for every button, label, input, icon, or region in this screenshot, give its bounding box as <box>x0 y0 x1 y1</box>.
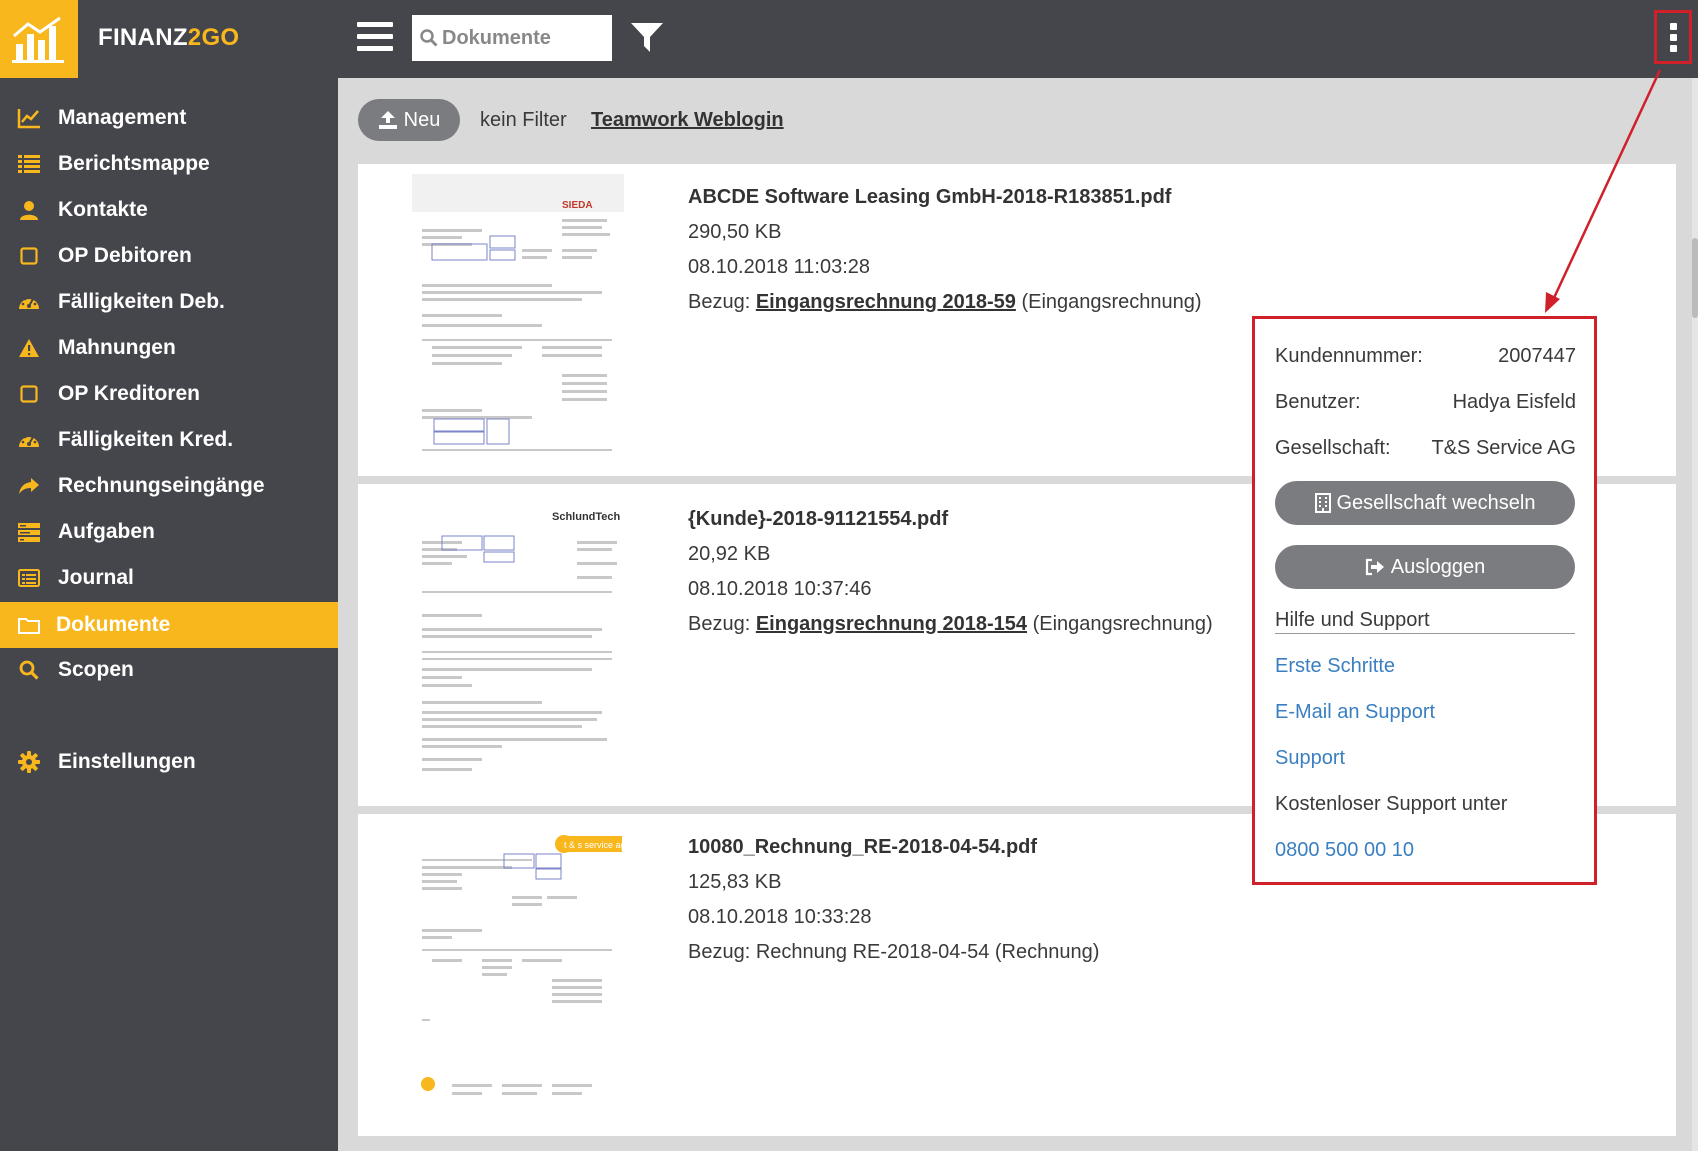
building-icon <box>1314 493 1331 513</box>
top-bar: FINANZ2GO <box>0 0 1698 78</box>
square-icon <box>17 382 41 406</box>
filter-status: kein Filter <box>480 109 567 131</box>
help-support-heading: Hilfe und Support <box>1275 609 1575 634</box>
new-document-button[interactable]: Neu <box>358 99 460 141</box>
sidebar-item-op-debitoren[interactable]: OP Debitoren <box>0 233 338 279</box>
document-date: 08.10.2018 10:37:46 <box>688 578 872 600</box>
user-icon <box>17 198 41 222</box>
document-size: 125,83 KB <box>688 871 782 893</box>
svg-text:SIEDA: SIEDA <box>562 200 593 211</box>
sidebar-item-label: Dokumente <box>56 613 171 636</box>
bar-chart-logo-icon <box>12 16 64 63</box>
sidebar-item-label: Fälligkeiten Kred. <box>58 428 234 451</box>
search-icon <box>420 29 438 47</box>
dashboard-icon <box>17 428 41 452</box>
customer-number-row: Kundennummer: 2007447 <box>1275 345 1576 367</box>
sidebar-item-label: Einstellungen <box>58 750 196 773</box>
sidebar-item-label: OP Debitoren <box>58 244 192 267</box>
folder-icon <box>17 613 41 637</box>
reference-link[interactable]: Eingangsrechnung 2018-59 <box>756 291 1016 313</box>
logout-button[interactable]: Ausloggen <box>1275 545 1575 589</box>
sidebar-item-label: Kontakte <box>58 198 148 221</box>
document-preview-image: SchlundTech <box>422 511 621 771</box>
document-thumbnail[interactable]: SIEDA <box>412 174 624 459</box>
document-thumbnail[interactable]: t & s service ag <box>412 834 624 1119</box>
svg-text:SchlundTech: SchlundTech <box>552 511 621 523</box>
document-date: 08.10.2018 10:33:28 <box>688 906 872 928</box>
first-steps-link[interactable]: Erste Schritte <box>1275 655 1395 678</box>
scrollbar[interactable] <box>1692 78 1698 1151</box>
sidebar-item-label: OP Kreditoren <box>58 382 200 405</box>
sidebar-item-journal[interactable]: Journal <box>0 555 338 601</box>
document-reference: Bezug: Eingangsrechnung 2018-154 (Eingan… <box>688 613 1213 635</box>
sidebar: Management Berichtsmappe Kontakte OP Deb… <box>0 78 338 1151</box>
journal-icon <box>17 566 41 590</box>
sidebar-item-label: Journal <box>58 566 134 589</box>
upload-icon <box>378 111 397 129</box>
search-icon <box>17 658 41 682</box>
document-size: 20,92 KB <box>688 543 771 565</box>
sidebar-item-kontakte[interactable]: Kontakte <box>0 187 338 233</box>
gear-icon <box>17 750 41 774</box>
tasks-icon <box>17 520 41 544</box>
list-icon <box>17 152 41 176</box>
search-box[interactable] <box>412 15 612 61</box>
support-phone-link[interactable]: 0800 500 00 10 <box>1275 839 1414 862</box>
chart-line-icon <box>17 106 41 130</box>
free-support-text: Kostenloser Support unter <box>1275 793 1508 815</box>
share-arrow-icon <box>17 474 41 498</box>
sidebar-item-faelligkeiten-deb[interactable]: Fälligkeiten Deb. <box>0 279 338 325</box>
sidebar-item-einstellungen[interactable]: Einstellungen <box>0 739 338 785</box>
square-icon <box>17 244 41 268</box>
email-support-link[interactable]: E-Mail an Support <box>1275 701 1435 724</box>
sidebar-item-berichtsmappe[interactable]: Berichtsmappe <box>0 141 338 187</box>
more-options-button[interactable] <box>1654 10 1692 64</box>
sidebar-item-label: Fälligkeiten Deb. <box>58 290 225 313</box>
sidebar-item-op-kreditoren[interactable]: OP Kreditoren <box>0 371 338 417</box>
sidebar-item-rechnungseingaenge[interactable]: Rechnungseingänge <box>0 463 338 509</box>
sidebar-item-dokumente[interactable]: Dokumente <box>0 602 338 648</box>
svg-text:t & s service ag: t & s service ag <box>564 840 624 850</box>
warning-icon <box>17 336 41 360</box>
sidebar-item-aufgaben[interactable]: Aufgaben <box>0 509 338 555</box>
dashboard-icon <box>17 290 41 314</box>
user-menu-popup: Kundennummer: 2007447 Benutzer: Hadya Eisf… <box>1252 316 1597 885</box>
sidebar-item-label: Management <box>58 106 187 129</box>
document-preview-image: t & s service ag <box>421 835 624 1095</box>
sign-out-icon <box>1365 558 1384 576</box>
document-reference: Bezug: Eingangsrechnung 2018-59 (Eingang… <box>688 291 1202 313</box>
document-preview-image: SIEDA <box>412 174 624 451</box>
sidebar-item-label: Rechnungseingänge <box>58 474 265 497</box>
support-link[interactable]: Support <box>1275 747 1345 770</box>
document-size: 290,50 KB <box>688 221 782 243</box>
document-title[interactable]: ABCDE Software Leasing GmbH-2018-R183851… <box>688 186 1171 209</box>
user-row: Benutzer: Hadya Eisfeld <box>1275 391 1576 413</box>
sidebar-item-faelligkeiten-kred[interactable]: Fälligkeiten Kred. <box>0 417 338 463</box>
document-date: 08.10.2018 11:03:28 <box>688 256 871 278</box>
sidebar-item-label: Berichtsmappe <box>58 152 210 175</box>
document-title[interactable]: 10080_Rechnung_RE-2018-04-54.pdf <box>688 836 1037 859</box>
switch-company-button[interactable]: Gesellschaft wechseln <box>1275 481 1575 525</box>
brand-name: FINANZ2GO <box>98 24 240 51</box>
sidebar-item-label: Aufgaben <box>58 520 155 543</box>
document-thumbnail[interactable]: SchlundTech <box>412 496 624 781</box>
sidebar-item-label: Mahnungen <box>58 336 176 359</box>
logo[interactable] <box>0 0 78 78</box>
sidebar-item-mahnungen[interactable]: Mahnungen <box>0 325 338 371</box>
document-title[interactable]: {Kunde}-2018-91121554.pdf <box>688 508 948 531</box>
sidebar-item-label: Scopen <box>58 658 134 681</box>
sidebar-item-management[interactable]: Management <box>0 95 338 141</box>
filter-icon[interactable] <box>630 22 664 54</box>
reference-link[interactable]: Eingangsrechnung 2018-154 <box>756 613 1027 635</box>
document-reference: Bezug: Rechnung RE-2018-04-54 (Rechnung) <box>688 941 1100 963</box>
teamwork-weblogin-link[interactable]: Teamwork Weblogin <box>591 109 784 132</box>
new-button-label: Neu <box>403 108 441 131</box>
search-input[interactable] <box>442 26 602 50</box>
company-row: Gesellschaft: T&S Service AG <box>1275 437 1576 459</box>
sidebar-item-scopen[interactable]: Scopen <box>0 647 338 693</box>
menu-icon[interactable] <box>357 22 393 52</box>
